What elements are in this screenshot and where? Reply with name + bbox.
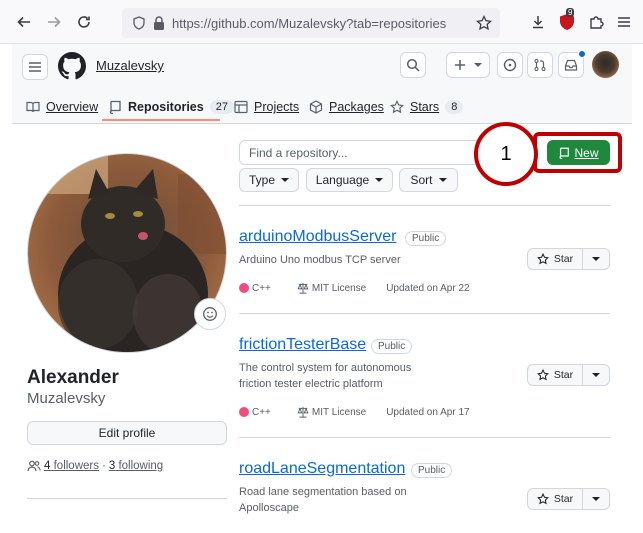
followers-link[interactable]: 4 followers <box>44 460 99 472</box>
url-text: https://github.com/Muzalevsky?tab=reposi… <box>172 16 447 31</box>
people-icon <box>27 460 41 472</box>
tab-packages[interactable]: Packages <box>309 96 384 118</box>
find-repository-input[interactable]: Find a repository... <box>239 140 483 165</box>
chevron-down-icon <box>281 178 289 182</box>
create-new-dropdown-button[interactable] <box>446 52 490 78</box>
law-scale-icon <box>297 282 309 294</box>
table-icon <box>234 100 248 114</box>
repo-name-link[interactable]: frictionTesterBase <box>239 336 366 354</box>
inbox-icon <box>564 59 578 71</box>
ublock-icon[interactable]: 9 <box>557 8 577 32</box>
profile-full-name: Alexander <box>27 367 119 388</box>
visibility-badge: Public <box>411 463 453 478</box>
repo-meta: C++ MIT License Updated on Apr 22 <box>239 282 470 294</box>
book-icon <box>26 101 40 113</box>
issues-button[interactable] <box>497 52 523 78</box>
tab-repositories[interactable]: Repositories 27 <box>108 96 234 118</box>
hamburger-menu-button[interactable] <box>22 54 48 80</box>
profile-login: Muzalevsky <box>27 390 106 407</box>
repositories-count: 27 <box>209 100 234 114</box>
package-icon <box>309 100 323 114</box>
chevron-down-icon <box>474 63 482 67</box>
annotation-step-marker: 1 <box>474 122 538 186</box>
star-icon <box>536 253 549 265</box>
inbox-button[interactable] <box>558 50 586 78</box>
active-tab-indicator <box>102 119 220 121</box>
sort-button[interactable]: Sort <box>399 168 458 192</box>
back-icon[interactable] <box>14 12 34 32</box>
star-list-dropdown[interactable] <box>583 365 609 385</box>
user-avatar-menu[interactable] <box>592 51 619 78</box>
visibility-badge: Public <box>371 339 413 354</box>
search-icon <box>406 58 420 72</box>
lock-icon[interactable] <box>152 15 166 31</box>
repo-description: Arduino Uno modbus TCP server <box>239 254 401 266</box>
chevron-down-icon <box>592 373 600 377</box>
set-status-button[interactable] <box>194 298 226 330</box>
search-button[interactable] <box>400 52 426 78</box>
star-button[interactable]: Star <box>527 248 610 270</box>
language-color-dot <box>239 283 249 293</box>
forward-icon[interactable] <box>44 12 64 32</box>
star-button[interactable]: Star <box>527 488 610 510</box>
repo-meta: C++ MIT License Updated on Apr 17 <box>239 406 470 418</box>
visibility-badge: Public <box>405 231 447 246</box>
chevron-down-icon <box>592 497 600 501</box>
star-icon <box>536 493 549 505</box>
repo-name-link[interactable]: roadLaneSegmentation <box>239 460 405 478</box>
notification-dot <box>578 50 586 58</box>
pull-requests-button[interactable] <box>527 52 553 78</box>
chevron-down-icon <box>438 178 447 182</box>
menu-icon[interactable] <box>614 12 634 32</box>
chevron-down-icon <box>592 257 600 261</box>
repo-name-link[interactable]: arduinoModbusServer <box>239 228 396 246</box>
download-icon[interactable] <box>528 12 548 32</box>
language-filter-button[interactable]: Language <box>306 168 393 192</box>
extension-badge: 9 <box>566 8 575 17</box>
stars-count: 8 <box>445 100 464 114</box>
repo-description: Road lane segmentation based on Apollosc… <box>239 486 407 514</box>
law-scale-icon <box>297 406 309 418</box>
browser-toolbar: https://github.com/Muzalevsky?tab=reposi… <box>0 0 643 44</box>
language-color-dot <box>239 407 249 417</box>
star-list-dropdown[interactable] <box>583 489 609 509</box>
tab-projects[interactable]: Projects <box>234 96 299 118</box>
plus-icon <box>455 60 465 70</box>
reload-icon[interactable] <box>74 12 94 32</box>
extensions-puzzle-icon[interactable] <box>586 12 606 32</box>
repo-icon <box>109 100 121 114</box>
github-logo-icon[interactable] <box>58 52 86 80</box>
pull-request-icon <box>534 59 546 71</box>
tab-stars[interactable]: Stars 8 <box>390 96 464 118</box>
star-button[interactable]: Star <box>527 364 610 386</box>
star-list-dropdown[interactable] <box>583 249 609 269</box>
repo-divider <box>239 437 610 438</box>
smiley-icon <box>203 307 217 321</box>
repo-divider <box>239 205 610 206</box>
follow-stats: 4 followers · 3 following <box>27 459 163 473</box>
address-bar[interactable]: https://github.com/Muzalevsky?tab=reposi… <box>122 8 500 38</box>
star-icon <box>390 100 404 114</box>
repo-divider <box>239 313 610 314</box>
bookmark-star-icon[interactable] <box>476 15 492 31</box>
issue-icon <box>503 58 517 72</box>
repo-description: The control system for autonomous fricti… <box>239 362 412 390</box>
sidebar-divider <box>27 498 227 499</box>
chevron-down-icon <box>375 178 384 182</box>
edit-profile-button[interactable]: Edit profile <box>27 421 227 445</box>
following-link[interactable]: 3 following <box>109 460 163 472</box>
type-filter-button[interactable]: Type <box>239 168 299 192</box>
annotation-highlight-box <box>533 132 622 173</box>
star-icon <box>536 369 549 381</box>
shield-icon[interactable] <box>132 16 146 30</box>
tab-overview[interactable]: Overview <box>26 96 98 118</box>
header-username-link[interactable]: Muzalevsky <box>96 58 164 73</box>
github-header: Muzalevsky Overview Repositories 27 Proj… <box>12 44 632 124</box>
